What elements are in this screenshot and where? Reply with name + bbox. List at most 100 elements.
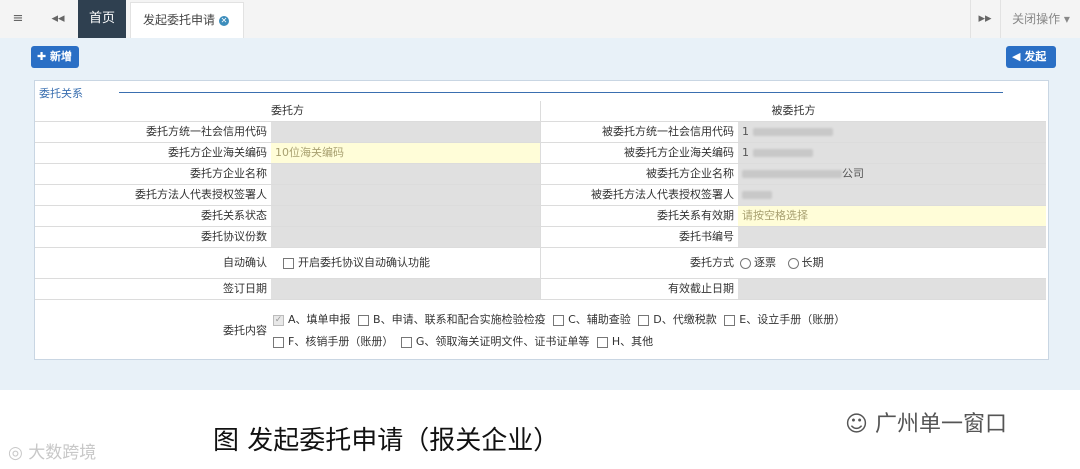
content-b-checkbox[interactable] xyxy=(358,314,370,326)
header-entruster: 委托方 xyxy=(271,104,304,117)
content-a-label: A、填单申报 xyxy=(288,313,351,326)
expire-date-label: 有效截止日期 xyxy=(540,279,738,299)
date-row: 签订日期 有效截止日期 xyxy=(35,279,1046,300)
agreement-copies-field[interactable] xyxy=(271,227,540,247)
content-c-checkbox[interactable] xyxy=(553,314,565,326)
field-value: 公司 xyxy=(842,167,864,180)
form-row: 委托协议份数 委托书编号 xyxy=(35,227,1046,248)
content-d-label: D、代缴税款 xyxy=(653,313,717,326)
field-label: 委托书编号 xyxy=(540,227,738,247)
entrustee-signatory-field[interactable] xyxy=(738,185,1046,205)
redacted-value xyxy=(742,170,842,178)
add-button[interactable]: ✚ 新增 xyxy=(31,46,79,68)
brand-logo-icon: ◎ xyxy=(8,443,29,463)
header-row: 委托方 被委托方 xyxy=(35,101,1046,122)
submit-button[interactable]: ◀ 发起 xyxy=(1006,46,1056,68)
content-line-2: F、核销手册（账册） G、领取海关证明文件、证书证单等 H、其他 xyxy=(273,331,1046,353)
field-value: 1 xyxy=(742,146,749,159)
form-row: 委托方企业名称 被委托方企业名称 公司 xyxy=(35,164,1046,185)
double-right-arrow-icon[interactable]: ▸▸ xyxy=(970,0,999,38)
content-label: 委托内容 xyxy=(223,324,267,337)
method-per-ticket-radio[interactable] xyxy=(740,257,751,269)
field-label: 被委托方企业海关编码 xyxy=(540,143,738,163)
close-ops-label: 关闭操作 xyxy=(1012,12,1061,26)
field-label: 委托关系有效期 xyxy=(540,206,738,226)
content-g-label: G、领取海关证明文件、证书证单等 xyxy=(415,335,590,348)
legend-divider xyxy=(119,92,1003,93)
entruster-credit-code-field[interactable] xyxy=(271,122,540,142)
field-label: 委托协议份数 xyxy=(201,230,267,243)
field-value: 1 xyxy=(742,125,749,138)
auto-confirm-label: 自动确认 xyxy=(223,256,267,269)
redacted-value xyxy=(752,149,813,157)
form-row: 委托方企业海关编码 10位海关编码 被委托方企业海关编码 1 xyxy=(35,143,1046,164)
entruster-signatory-field[interactable] xyxy=(271,185,540,205)
tab-home[interactable]: 首页 xyxy=(78,0,126,38)
auto-confirm-text: 开启委托协议自动确认功能 xyxy=(298,256,430,269)
send-icon: ◀ xyxy=(1012,50,1025,63)
content-f-label: F、核销手册（账册） xyxy=(288,335,394,348)
entrust-form-grid: 委托方 被委托方 委托方统一社会信用代码 被委托方统一社会信用代码 1 委托方企… xyxy=(35,101,1048,362)
entruster-customs-code-input[interactable]: 10位海关编码 xyxy=(271,143,540,163)
form-row: 委托方统一社会信用代码 被委托方统一社会信用代码 1 xyxy=(35,122,1046,143)
method-per-ticket-label: 逐票 xyxy=(754,256,776,269)
content-options: ✓ A、填单申报 B、申请、联系和配合实施检验检疫 C、辅助查验 D、代缴税款 E… xyxy=(271,300,1046,362)
field-label: 委托方企业海关编码 xyxy=(168,146,267,159)
redacted-value xyxy=(742,191,772,199)
sign-date-label: 签订日期 xyxy=(223,282,267,295)
content-b-label: B、申请、联系和配合实施检验检疫 xyxy=(373,313,546,326)
top-tab-bar: ≡ ◂◂ 首页 发起委托申请 ✕ ▸▸ 关闭操作 ▾ xyxy=(0,0,1080,39)
auto-confirm-option: 开启委托协议自动确认功能 xyxy=(271,248,540,278)
content-h-checkbox[interactable] xyxy=(596,336,608,348)
content-c-label: C、辅助查验 xyxy=(568,313,631,326)
wechat-icon: ☺ xyxy=(845,412,875,437)
field-label: 委托方法人代表授权签署人 xyxy=(135,188,267,201)
method-label: 委托方式 xyxy=(540,248,738,278)
entrustee-credit-code-field[interactable]: 1 xyxy=(738,122,1046,142)
method-options: 逐票 长期 xyxy=(738,248,1046,278)
watermark-right: ☺ 广州单一窗口 xyxy=(845,406,1007,438)
add-button-label: 新增 xyxy=(50,50,73,63)
close-operations-dropdown[interactable]: 关闭操作 ▾ xyxy=(1000,0,1080,38)
content-e-label: E、设立手册（账册） xyxy=(739,313,846,326)
content-f-checkbox[interactable] xyxy=(273,336,284,348)
redacted-value xyxy=(752,128,833,136)
entruster-company-name-field[interactable] xyxy=(271,164,540,184)
tab-label: 发起委托申请 xyxy=(143,13,216,27)
entrustee-company-name-field[interactable]: 公司 xyxy=(738,164,1046,184)
field-label: 被委托方企业名称 xyxy=(540,164,738,184)
header-entrustee: 被委托方 xyxy=(540,101,1046,121)
expire-date-field[interactable] xyxy=(738,279,1046,299)
content-line-1: ✓ A、填单申报 B、申请、联系和配合实施检验检疫 C、辅助查验 D、代缴税款 E… xyxy=(273,309,1046,331)
relation-status-field[interactable] xyxy=(271,206,540,226)
relation-validity-input[interactable]: 请按空格选择 xyxy=(738,206,1046,226)
content-d-checkbox[interactable] xyxy=(638,314,650,326)
field-label: 委托方企业名称 xyxy=(190,167,267,180)
form-row: 委托方法人代表授权签署人 被委托方法人代表授权签署人 xyxy=(35,185,1046,206)
watermark-left-text: 大数跨境 xyxy=(28,443,97,463)
watermark-right-text: 广州单一窗口 xyxy=(874,412,1007,437)
content-a-checkbox[interactable]: ✓ xyxy=(273,314,284,326)
watermark-left: ◎ 大数跨境 xyxy=(8,438,96,463)
hamburger-icon[interactable]: ≡ xyxy=(0,0,36,38)
tab-initiate-entrust[interactable]: 发起委托申请 ✕ xyxy=(130,2,244,38)
entrust-relation-panel: 委托关系 委托方 被委托方 委托方统一社会信用代码 被委托方统一社会信用代码 1… xyxy=(34,80,1049,360)
figure-caption: 图 发起委托申请（报关企业） xyxy=(213,426,560,456)
field-label: 被委托方统一社会信用代码 xyxy=(540,122,738,142)
content-g-checkbox[interactable] xyxy=(400,336,412,348)
submit-button-label: 发起 xyxy=(1024,50,1047,63)
double-left-arrow-icon[interactable]: ◂◂ xyxy=(44,0,72,38)
content-e-checkbox[interactable] xyxy=(724,314,736,326)
field-label: 委托关系状态 xyxy=(201,209,267,222)
entrust-number-field[interactable] xyxy=(738,227,1046,247)
auto-confirm-checkbox[interactable] xyxy=(283,257,294,269)
sign-date-field[interactable] xyxy=(271,279,540,299)
method-long-term-radio[interactable] xyxy=(787,257,799,269)
plus-icon: ✚ xyxy=(37,50,51,63)
close-icon[interactable]: ✕ xyxy=(219,15,230,26)
field-label: 被委托方法人代表授权签署人 xyxy=(540,185,738,205)
panel-legend: 委托关系 xyxy=(39,87,83,100)
method-long-term-label: 长期 xyxy=(801,256,824,269)
content-row: 委托内容 ✓ A、填单申报 B、申请、联系和配合实施检验检疫 C、辅助查验 D、代… xyxy=(35,300,1046,362)
entrustee-customs-code-field[interactable]: 1 xyxy=(738,143,1046,163)
